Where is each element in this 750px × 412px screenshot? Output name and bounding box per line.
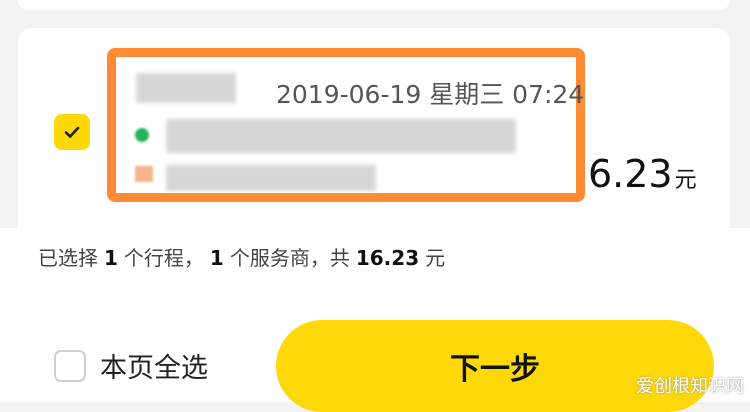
trip-time: 2019-06-19 星期三 07:24 (276, 80, 585, 109)
select-all-checkbox[interactable] (54, 349, 86, 382)
select-all-control[interactable]: 本页全选 (54, 346, 208, 385)
check-icon (64, 126, 80, 138)
blurred-start-address (166, 119, 516, 153)
blurred-provider-name (136, 73, 236, 103)
next-button[interactable]: 下一步 (276, 320, 714, 412)
start-point-icon (135, 128, 149, 142)
blurred-end-address (166, 165, 376, 191)
selection-summary: 已选择 1 个行程， 1 个服务商，共 16.23 元 (38, 246, 446, 270)
select-all-label: 本页全选 (100, 353, 208, 384)
end-point-icon (135, 166, 153, 182)
trip-checkbox[interactable] (54, 114, 90, 150)
trip-details-highlight[interactable]: 2019-06-19 星期三 07:24 (107, 48, 585, 202)
watermark: 爱创根知识网 (636, 376, 744, 397)
trip-amount: 6.23元 (588, 152, 697, 196)
previous-trip-card (18, 0, 730, 10)
